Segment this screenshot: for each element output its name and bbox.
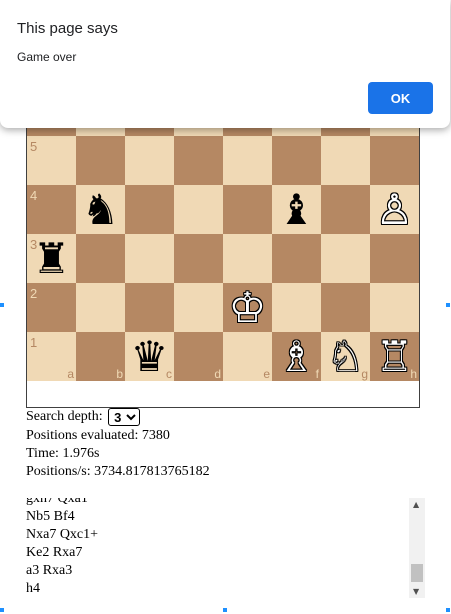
- square-e4[interactable]: [223, 185, 272, 234]
- square-c1[interactable]: c ♛: [125, 332, 174, 381]
- move-entry: h4: [26, 581, 40, 596]
- white-knight-icon[interactable]: ♘: [321, 332, 370, 381]
- search-depth-label: Search depth:: [26, 409, 103, 425]
- rank-label: 2: [30, 286, 38, 301]
- white-bishop-icon[interactable]: ♗: [272, 332, 321, 381]
- dialog-title: This page says: [17, 20, 118, 37]
- selection-handle: [446, 608, 450, 612]
- white-pawn-icon[interactable]: ♙: [370, 185, 419, 234]
- square-e5[interactable]: [223, 136, 272, 185]
- board-rank-1: 1 a b c ♛ d e f ♗ g ♘ h ♖: [27, 332, 419, 381]
- selection-handle: [223, 608, 227, 612]
- square-c4[interactable]: [125, 185, 174, 234]
- search-depth-row: Search depth: 3: [26, 408, 141, 426]
- scroll-up-arrow-icon[interactable]: ▲: [413, 500, 419, 509]
- scrollbar-thumb[interactable]: [411, 564, 423, 582]
- square-b2[interactable]: [76, 283, 125, 332]
- move-entry: gxh7 Qxa1: [26, 498, 88, 506]
- square-b3[interactable]: [76, 234, 125, 283]
- square-a3[interactable]: 3 ♜: [27, 234, 76, 283]
- square-h4[interactable]: ♙: [370, 185, 419, 234]
- positions-per-second: Positions/s: 3734.817813765182: [26, 464, 210, 479]
- move-entry: Nxa7 Qxc1+: [26, 527, 99, 542]
- file-label: d: [214, 367, 221, 381]
- black-bishop-icon[interactable]: ♝: [272, 185, 321, 234]
- square-h5[interactable]: [370, 136, 419, 185]
- chess-board[interactable]: 5 4 ♞ ♝ ♙ 3 ♜ 2 ♔ 1 a b c ♛ d e f ♗ g ♘ h ♖: [26, 110, 420, 408]
- square-h3[interactable]: [370, 234, 419, 283]
- rank-label: 1: [30, 335, 38, 350]
- move-history-scrollbar[interactable]: ▲ ▼: [409, 498, 425, 598]
- move-entry: a3 Rxa3: [26, 563, 73, 578]
- square-e1[interactable]: e: [223, 332, 272, 381]
- black-rook-icon[interactable]: ♜: [27, 234, 76, 283]
- square-d3[interactable]: [174, 234, 223, 283]
- square-h1[interactable]: h ♖: [370, 332, 419, 381]
- square-d5[interactable]: [174, 136, 223, 185]
- board-rank-4: 4 ♞ ♝ ♙: [27, 185, 419, 234]
- move-entry: Ke2 Rxa7: [26, 545, 83, 560]
- file-label: a: [67, 367, 74, 381]
- square-h2[interactable]: [370, 283, 419, 332]
- board-rank-3: 3 ♜: [27, 234, 419, 283]
- square-e3[interactable]: [223, 234, 272, 283]
- square-a4[interactable]: 4: [27, 185, 76, 234]
- square-c2[interactable]: [125, 283, 174, 332]
- positions-evaluated: Positions evaluated: 7380: [26, 428, 170, 443]
- board-rank-5: 5: [27, 136, 419, 185]
- white-king-icon[interactable]: ♔: [223, 283, 272, 332]
- square-a5[interactable]: 5: [27, 136, 76, 185]
- search-depth-select[interactable]: 3: [108, 408, 141, 426]
- ok-button[interactable]: OK: [368, 82, 433, 114]
- square-b1[interactable]: b: [76, 332, 125, 381]
- black-knight-icon[interactable]: ♞: [76, 185, 125, 234]
- dialog-message: Game over: [17, 50, 77, 64]
- square-e2[interactable]: ♔: [223, 283, 272, 332]
- square-g3[interactable]: [321, 234, 370, 283]
- move-entry: Nb5 Bf4: [26, 509, 75, 524]
- alert-dialog: This page says Game over OK: [0, 0, 450, 128]
- selection-handle: [0, 303, 4, 307]
- move-list: gxh7 Qxa1 Nb5 Bf4 Nxa7 Qxc1+ Ke2 Rxa7 a3 Rxa…: [26, 498, 98, 598]
- square-g5[interactable]: [321, 136, 370, 185]
- square-a1[interactable]: 1a: [27, 332, 76, 381]
- square-g2[interactable]: [321, 283, 370, 332]
- move-history[interactable]: gxh7 Qxa1 Nb5 Bf4 Nxa7 Qxc1+ Ke2 Rxa7 a3 Rxa…: [26, 498, 425, 598]
- square-c5[interactable]: [125, 136, 174, 185]
- selection-handle: [0, 608, 4, 612]
- black-queen-icon[interactable]: ♛: [125, 332, 174, 381]
- time-elapsed: Time: 1.976s: [26, 446, 100, 461]
- square-f5[interactable]: [272, 136, 321, 185]
- square-f4[interactable]: ♝: [272, 185, 321, 234]
- square-b4[interactable]: ♞: [76, 185, 125, 234]
- white-rook-icon[interactable]: ♖: [370, 332, 419, 381]
- scroll-down-arrow-icon[interactable]: ▼: [413, 587, 419, 596]
- square-d4[interactable]: [174, 185, 223, 234]
- selection-handle: [446, 303, 450, 307]
- square-g4[interactable]: [321, 185, 370, 234]
- square-d1[interactable]: d: [174, 332, 223, 381]
- square-c3[interactable]: [125, 234, 174, 283]
- square-f2[interactable]: [272, 283, 321, 332]
- square-g1[interactable]: g ♘: [321, 332, 370, 381]
- file-label: b: [116, 367, 123, 381]
- square-f3[interactable]: [272, 234, 321, 283]
- square-d2[interactable]: [174, 283, 223, 332]
- file-label: e: [263, 367, 270, 381]
- rank-label: 4: [30, 188, 38, 203]
- square-f1[interactable]: f ♗: [272, 332, 321, 381]
- square-b5[interactable]: [76, 136, 125, 185]
- rank-label: 5: [30, 139, 38, 154]
- board-rank-2: 2 ♔: [27, 283, 419, 332]
- square-a2[interactable]: 2: [27, 283, 76, 332]
